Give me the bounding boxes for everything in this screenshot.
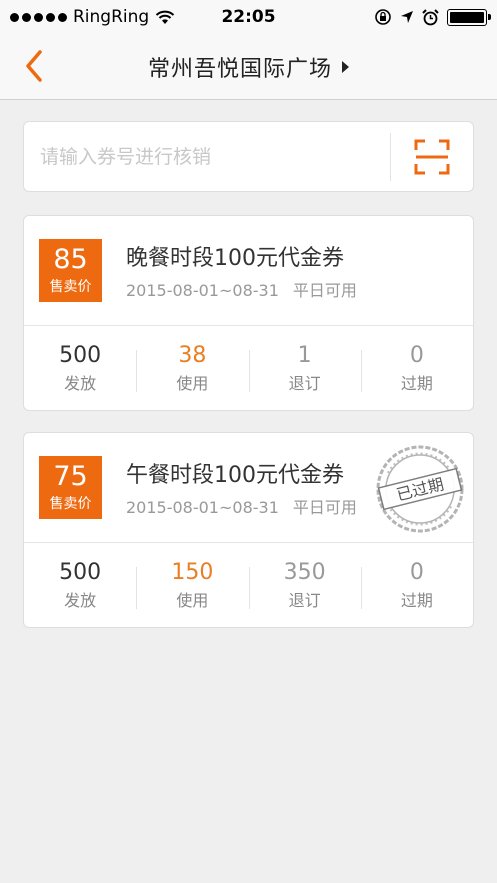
stat-label: 退订 xyxy=(288,590,321,610)
stat-label: 发放 xyxy=(64,373,97,393)
carrier-name: RingRing xyxy=(73,7,150,27)
battery-icon xyxy=(447,8,491,26)
stat-label: 使用 xyxy=(176,590,209,610)
voucher-search-box xyxy=(23,121,474,192)
stat-issued: 500 发放 xyxy=(24,559,136,613)
voucher-title: 午餐时段100元代金券 xyxy=(126,463,344,488)
voucher-stats: 500 发放 150 使用 350 退订 0 过期 xyxy=(24,543,473,627)
voucher-info: 75 售卖价 午餐时段100元代金券 2015-08-01~08-31 平日可用 … xyxy=(24,433,473,543)
navigation-bar: 常州吾悦国际广场 xyxy=(0,34,497,100)
stat-label: 使用 xyxy=(176,373,209,393)
back-button[interactable] xyxy=(14,46,54,86)
stat-value: 500 xyxy=(59,559,102,585)
alarm-icon xyxy=(422,8,439,25)
price-badge: 75 售卖价 xyxy=(39,456,102,519)
store-selector[interactable]: 常州吾悦国际广场 xyxy=(148,51,349,83)
voucher-validity: 2015-08-01~08-31 平日可用 xyxy=(126,494,357,518)
stat-refunded: 350 退订 xyxy=(248,559,361,613)
scan-button[interactable] xyxy=(391,122,473,191)
stat-refunded: 1 退订 xyxy=(248,342,361,396)
sale-price-label: 售卖价 xyxy=(49,496,92,512)
sale-price: 85 xyxy=(53,244,88,275)
scan-icon xyxy=(414,139,450,174)
rotation-lock-icon xyxy=(375,9,391,25)
stat-value: 0 xyxy=(409,559,424,585)
sale-price-label: 售卖价 xyxy=(49,279,92,295)
stat-value: 38 xyxy=(178,342,207,368)
signal-strength-icon xyxy=(10,12,67,22)
stat-used: 150 使用 xyxy=(136,559,248,613)
expired-stamp: 已过期 xyxy=(376,445,464,533)
stat-label: 过期 xyxy=(400,590,433,610)
voucher-validity: 2015-08-01~08-31 平日可用 xyxy=(126,277,357,301)
status-icons xyxy=(374,8,491,26)
location-icon xyxy=(401,11,413,23)
voucher-card[interactable]: 75 售卖价 午餐时段100元代金券 2015-08-01~08-31 平日可用 … xyxy=(23,432,474,628)
price-badge: 85 售卖价 xyxy=(39,239,102,302)
caret-right-icon xyxy=(342,60,349,73)
stat-expired: 0 过期 xyxy=(360,559,473,613)
date-range: 2015-08-01~08-31 xyxy=(126,498,279,517)
chevron-left-icon xyxy=(26,50,42,82)
voucher-info: 85 售卖价 晚餐时段100元代金券 2015-08-01~08-31 平日可用 xyxy=(24,216,473,326)
stat-value: 350 xyxy=(283,559,326,585)
stat-issued: 500 发放 xyxy=(24,342,136,396)
stat-label: 发放 xyxy=(64,590,97,610)
voucher-title: 晚餐时段100元代金券 xyxy=(126,246,344,271)
stat-label: 过期 xyxy=(400,373,433,393)
page-title: 常州吾悦国际广场 xyxy=(147,56,332,82)
availability: 平日可用 xyxy=(292,281,357,300)
voucher-code-input[interactable] xyxy=(24,122,390,191)
wifi-icon xyxy=(156,10,175,24)
stat-used: 38 使用 xyxy=(136,342,248,396)
availability: 平日可用 xyxy=(292,498,357,517)
voucher-stats: 500 发放 38 使用 1 退订 0 过期 xyxy=(24,326,473,410)
signal-carrier: RingRing xyxy=(10,7,175,27)
status-bar: RingRing 22:05 xyxy=(0,0,497,34)
sale-price: 75 xyxy=(53,461,88,492)
stat-value: 0 xyxy=(409,342,424,368)
stat-value: 500 xyxy=(59,342,102,368)
voucher-card[interactable]: 85 售卖价 晚餐时段100元代金券 2015-08-01~08-31 平日可用 … xyxy=(23,215,474,411)
stat-label: 退订 xyxy=(288,373,321,393)
stat-value: 150 xyxy=(171,559,214,585)
date-range: 2015-08-01~08-31 xyxy=(126,281,279,300)
stat-value: 1 xyxy=(297,342,312,368)
stat-expired: 0 过期 xyxy=(360,342,473,396)
